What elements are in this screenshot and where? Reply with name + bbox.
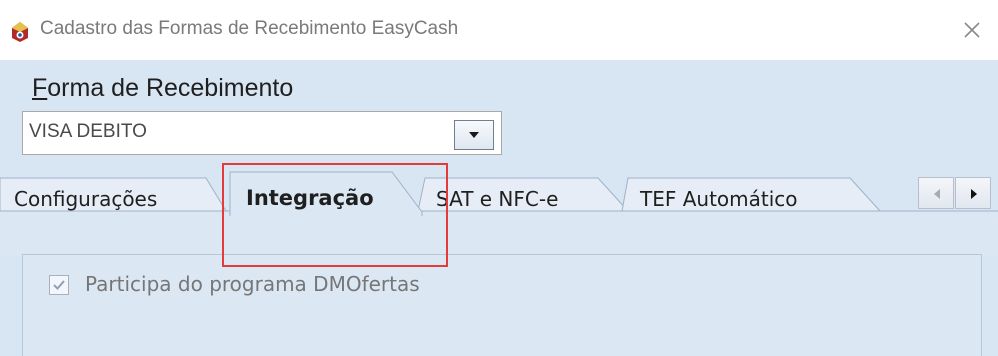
close-icon <box>964 22 980 38</box>
chevron-right-icon <box>971 189 977 199</box>
close-button[interactable] <box>956 14 988 46</box>
integracao-tab-page: Participa do programa DMOfertas <box>22 254 982 356</box>
checkmark-icon <box>53 280 65 290</box>
tab-scroll-left-button[interactable] <box>918 177 954 209</box>
tab-scroll-buttons <box>918 177 992 209</box>
title-bar: Cadastro das Formas de Recebimento EasyC… <box>0 0 998 60</box>
tab-scroll-right-button[interactable] <box>955 177 991 209</box>
forma-recebimento-label: Forma de Recebimento <box>32 74 293 103</box>
label-mnemonic: F <box>32 74 48 102</box>
combo-value: VISA DEBITO <box>29 121 147 142</box>
tab-integracao[interactable]: Integração <box>246 186 374 210</box>
window-title: Cadastro das Formas de Recebimento EasyC… <box>40 18 459 39</box>
dmofertas-checkbox-label: Participa do programa DMOfertas <box>85 272 420 296</box>
label-text: orma de Recebimento <box>47 74 294 102</box>
tab-configuracoes[interactable]: Configurações <box>14 187 157 211</box>
tab-tef-automatico[interactable]: TEF Automático <box>640 187 798 211</box>
forma-recebimento-combo[interactable]: VISA DEBITO <box>22 111 502 155</box>
combo-dropdown-button[interactable] <box>454 120 494 150</box>
dialog-window: Cadastro das Formas de Recebimento EasyC… <box>0 0 998 356</box>
chevron-left-icon <box>934 189 940 199</box>
dmofertas-checkbox[interactable] <box>49 275 69 295</box>
chevron-down-icon <box>469 132 479 138</box>
app-icon <box>12 22 28 42</box>
tab-sat-nfce[interactable]: SAT e NFC-e <box>436 187 558 211</box>
